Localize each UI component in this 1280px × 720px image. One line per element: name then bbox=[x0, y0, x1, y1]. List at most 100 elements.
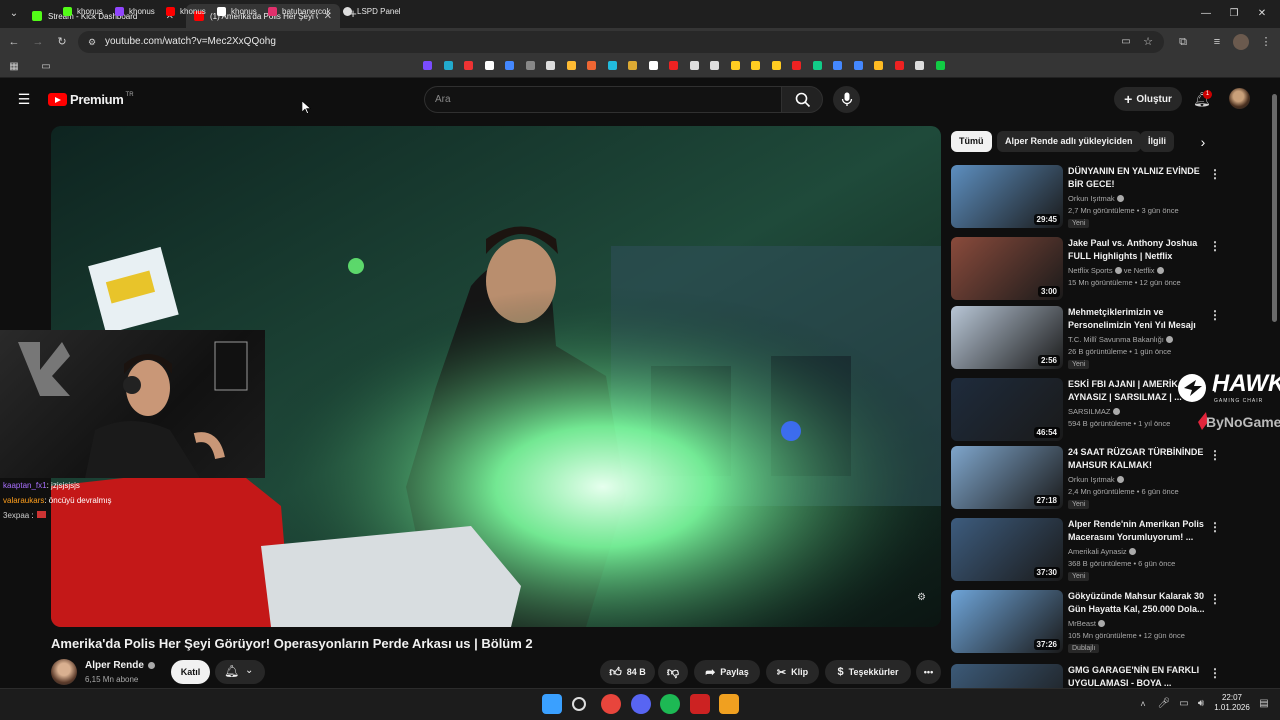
reload-icon[interactable]: ↻ bbox=[54, 34, 70, 50]
spotify-icon[interactable] bbox=[660, 694, 680, 714]
related-channel-name[interactable]: MrBeast bbox=[1068, 619, 1105, 628]
address-bar[interactable]: ⚙ youtube.com/watch?v=Mec2XxQQohg ▭ ☆ bbox=[78, 31, 1164, 53]
related-video-title[interactable]: GMG GARAGE'NİN EN FARKLI UYGULAMASI - BO… bbox=[1068, 664, 1210, 688]
bookmark-shortcut-icon[interactable] bbox=[669, 61, 678, 70]
more-options-icon[interactable]: ⋮ bbox=[1209, 308, 1221, 322]
subscribe-notifications-button[interactable]: 🔔︎ ⌄ bbox=[215, 660, 265, 684]
related-channel-name[interactable]: SARSILMAZ bbox=[1068, 407, 1120, 416]
more-options-icon[interactable]: ⋮ bbox=[1209, 448, 1221, 462]
related-video-item[interactable]: 29:45 DÜNYANIN EN YALNIZ EVİNDE BİR GECE!… bbox=[951, 165, 1251, 231]
video-thumbnail[interactable]: 3:00 bbox=[951, 237, 1063, 300]
hamburger-menu-icon[interactable]: ☰ bbox=[16, 91, 32, 107]
like-button[interactable]: 👍︎ 84 B bbox=[600, 660, 655, 684]
profile-icon[interactable] bbox=[1233, 34, 1249, 50]
video-thumbnail[interactable]: 27:18 bbox=[951, 446, 1063, 509]
bookmark-shortcut-icon[interactable] bbox=[935, 61, 945, 70]
chip-related[interactable]: İlgili bbox=[1140, 131, 1174, 152]
bookmark-shortcut-icon[interactable] bbox=[628, 61, 637, 70]
bookmark-shortcut-icon[interactable] bbox=[423, 61, 432, 70]
more-options-icon[interactable]: ⋮ bbox=[1209, 520, 1221, 534]
share-button[interactable]: ➦ Paylaş bbox=[694, 660, 760, 684]
channel-avatar[interactable] bbox=[51, 659, 77, 685]
video-thumbnail[interactable]: 2:56 bbox=[951, 306, 1063, 369]
bookmark-shortcut-icon[interactable] bbox=[587, 61, 596, 70]
video-thumbnail[interactable] bbox=[951, 664, 1063, 688]
bookmark-khonus-twitch[interactable]: khonus bbox=[115, 4, 155, 18]
related-video-title[interactable]: Alper Rende'nin Amerikan Polis Macerasın… bbox=[1068, 518, 1210, 544]
bookmark-shortcut-icon[interactable] bbox=[566, 61, 576, 70]
youtube-premium-logo[interactable]: Premium TR bbox=[48, 92, 134, 107]
related-video-title[interactable]: Mehmetçiklerimizin ve Personelimizin Yen… bbox=[1068, 306, 1210, 332]
chip-all[interactable]: Tümü bbox=[951, 131, 992, 152]
related-channel-name[interactable]: Orkun Işıtmak bbox=[1068, 475, 1124, 484]
bookmark-shortcut-icon[interactable] bbox=[833, 61, 842, 70]
folder-icon[interactable]: ▭ bbox=[38, 59, 54, 75]
maximize-icon[interactable]: ❐ bbox=[1224, 6, 1244, 22]
network-icon[interactable]: ▭ bbox=[1176, 696, 1192, 712]
bookmark-shortcut-icon[interactable] bbox=[546, 61, 555, 70]
account-avatar[interactable] bbox=[1229, 88, 1250, 109]
volume-icon[interactable]: 🔊︎ bbox=[1193, 696, 1209, 712]
voice-search-button[interactable] bbox=[833, 86, 860, 113]
more-options-icon[interactable]: ⋮ bbox=[1209, 592, 1221, 606]
media-controls-icon[interactable]: ≡ bbox=[1209, 34, 1225, 50]
bookmark-shortcut-icon[interactable] bbox=[484, 61, 494, 70]
bookmark-lspd-panel[interactable]: LSPD Panel bbox=[343, 4, 401, 18]
menu-icon[interactable]: ⋮ bbox=[1258, 34, 1274, 50]
related-video-item[interactable]: 3:00 Jake Paul vs. Anthony Joshua FULL Hi… bbox=[951, 237, 1251, 303]
windows-start-icon[interactable] bbox=[542, 694, 562, 714]
site-info-icon[interactable]: ⚙ bbox=[84, 34, 100, 50]
microphone-tray-icon[interactable]: 🎤︎ bbox=[1156, 696, 1172, 712]
tab-search-icon[interactable]: ⌄ bbox=[4, 6, 24, 22]
related-video-title[interactable]: 24 SAAT RÜZGAR TÜRBİNİNDE MAHSUR KALMAK! bbox=[1068, 446, 1210, 472]
bookmark-khonus-youtube[interactable]: khonus bbox=[166, 4, 206, 18]
bookmark-shortcut-icon[interactable] bbox=[751, 61, 760, 70]
bookmark-star-icon[interactable]: ☆ bbox=[1140, 34, 1156, 50]
video-thumbnail[interactable]: 37:30 bbox=[951, 518, 1063, 581]
bookmark-shortcut-icon[interactable] bbox=[771, 61, 781, 70]
related-channel-name[interactable]: Amerikali Aynasiz bbox=[1068, 547, 1136, 556]
related-channel-name[interactable]: Netflix Sports ve Netflix bbox=[1068, 266, 1164, 275]
bookmark-shortcut-icon[interactable] bbox=[915, 61, 924, 70]
video-thumbnail[interactable]: 37:26 bbox=[951, 590, 1063, 653]
search-taskbar-icon[interactable] bbox=[572, 697, 586, 711]
bookmark-shortcut-icon[interactable] bbox=[812, 61, 822, 70]
player-settings-icon[interactable]: ⚙ bbox=[917, 592, 926, 603]
more-options-icon[interactable]: ⋮ bbox=[1209, 167, 1221, 181]
video-thumbnail[interactable]: 46:54 bbox=[951, 378, 1063, 441]
related-video-item[interactable]: 27:18 24 SAAT RÜZGAR TÜRBİNİNDE MAHSUR KA… bbox=[951, 446, 1251, 512]
system-clock[interactable]: 22:07 1.01.2026 bbox=[1212, 693, 1252, 713]
obs-app-icon[interactable] bbox=[690, 694, 710, 714]
bookmark-shortcut-icon[interactable] bbox=[894, 61, 904, 70]
close-window-icon[interactable]: ✕ bbox=[1252, 6, 1272, 22]
bookmark-shortcut-icon[interactable] bbox=[730, 61, 740, 70]
minimize-icon[interactable]: — bbox=[1196, 6, 1216, 22]
page-scrollbar[interactable] bbox=[1272, 94, 1277, 322]
related-video-title[interactable]: Gökyüzünde Mahsur Kalarak 30 Gün Hayatta… bbox=[1068, 590, 1210, 616]
forward-icon[interactable]: → bbox=[30, 34, 46, 50]
more-actions-button[interactable]: ••• bbox=[916, 660, 941, 684]
extensions-icon[interactable]: ⧉ bbox=[1175, 34, 1191, 50]
bookmark-shortcut-icon[interactable] bbox=[443, 61, 453, 70]
more-options-icon[interactable]: ⋮ bbox=[1209, 666, 1221, 680]
bookmark-shortcut-icon[interactable] bbox=[505, 61, 514, 70]
discord-icon[interactable] bbox=[631, 694, 651, 714]
bookmark-shortcut-icon[interactable] bbox=[853, 61, 863, 70]
join-button[interactable]: Katıl bbox=[171, 660, 210, 684]
bookmark-shortcut-icon[interactable] bbox=[464, 61, 473, 70]
apps-icon[interactable]: ▦ bbox=[6, 59, 22, 75]
bookmark-khonus-kick[interactable]: khonus bbox=[63, 4, 103, 18]
bookmark-khonus-x[interactable]: khonus bbox=[217, 4, 257, 18]
related-video-item[interactable]: 37:26 Gökyüzünde Mahsur Kalarak 30 Gün Ha… bbox=[951, 590, 1251, 656]
video-thumbnail[interactable]: 29:45 bbox=[951, 165, 1063, 228]
cast-icon[interactable]: ▭ bbox=[1118, 34, 1134, 50]
bookmark-shortcut-icon[interactable] bbox=[525, 61, 535, 70]
dislike-button[interactable]: 👎︎ bbox=[658, 660, 688, 684]
bookmark-shortcut-icon[interactable] bbox=[874, 61, 883, 70]
search-button[interactable] bbox=[781, 86, 823, 113]
related-channel-name[interactable]: Orkun Işıtmak bbox=[1068, 194, 1124, 203]
channel-name[interactable]: Alper Rende bbox=[85, 660, 155, 671]
related-video-title[interactable]: Jake Paul vs. Anthony Joshua FULL Highli… bbox=[1068, 237, 1210, 263]
chevron-up-icon[interactable]: ˄ bbox=[1135, 696, 1151, 712]
chevron-right-icon[interactable]: › bbox=[1195, 134, 1211, 150]
